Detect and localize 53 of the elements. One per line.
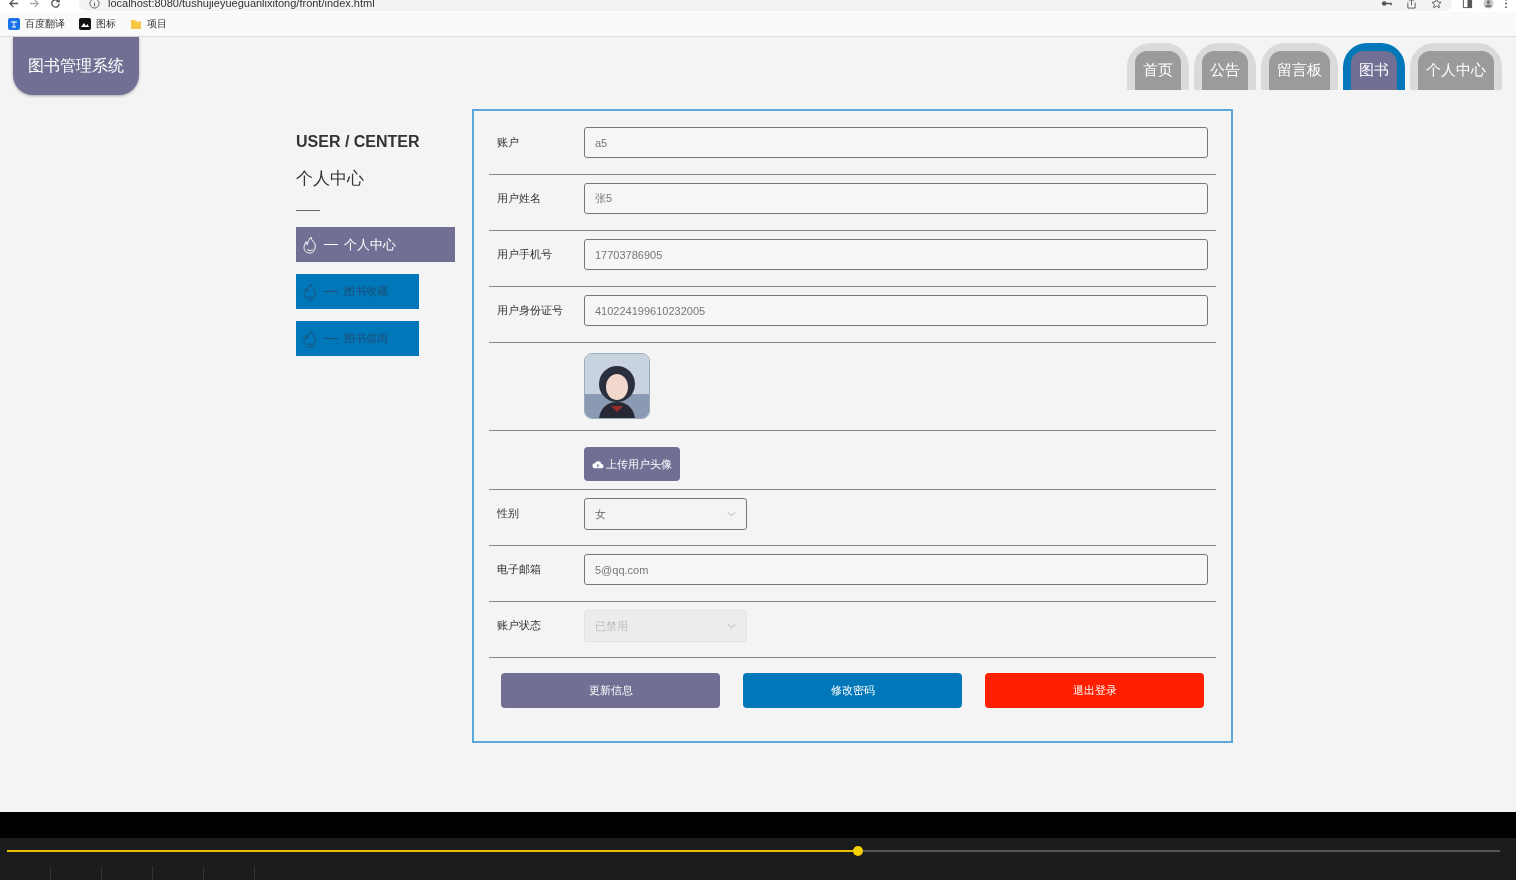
folder-icon [130, 18, 142, 30]
share-icon[interactable] [1406, 0, 1417, 9]
input-field[interactable]: 410224199610232005 [584, 295, 1208, 326]
field-label: 账户 [497, 135, 520, 150]
action-button[interactable]: 更新信息 [501, 673, 720, 708]
back-icon[interactable] [8, 0, 19, 9]
select-field[interactable]: 女 [584, 498, 747, 530]
upload-button[interactable]: 上传用户头像 [584, 447, 680, 481]
flame-icon [302, 329, 318, 348]
section-title: USER / CENTER [296, 133, 421, 151]
info-icon [89, 0, 100, 9]
bookmark[interactable]: 百度翻译 [8, 17, 65, 31]
nav-tab[interactable]: 图书 [1343, 43, 1405, 90]
action-button[interactable]: 修改密码 [743, 673, 962, 708]
menu-icon[interactable] [1504, 0, 1508, 9]
field-label: 性别 [497, 506, 520, 521]
chevron-icon [727, 511, 736, 517]
nav-tab[interactable]: 个人中心 [1410, 43, 1502, 90]
progress-handle[interactable] [853, 846, 863, 856]
chevron-icon [727, 623, 736, 629]
star-icon[interactable] [1431, 0, 1442, 9]
nav-tab[interactable]: 首页 [1127, 43, 1189, 90]
nav-tab[interactable]: 留言板 [1261, 43, 1338, 90]
sidebar-item[interactable]: 个人中心 [296, 227, 455, 262]
input-field[interactable]: a5 [584, 127, 1208, 158]
cloud-upload-icon [592, 459, 604, 469]
section-subtitle: 个人中心 [296, 167, 365, 190]
input-field[interactable]: 17703786905 [584, 239, 1208, 270]
input-field[interactable]: 5@qq.com [584, 554, 1208, 585]
field-label: 用户姓名 [497, 191, 542, 206]
image-icon [79, 18, 91, 30]
bookmark-label: 项目 [147, 17, 167, 31]
bookmark[interactable]: 图标 [79, 17, 116, 31]
translate-icon [8, 18, 20, 30]
flame-icon [302, 235, 318, 254]
field-label: 用户身份证号 [497, 303, 564, 318]
nav-tab[interactable]: 公告 [1194, 43, 1256, 90]
bookmark-label: 图标 [96, 17, 116, 31]
flame-icon [302, 282, 318, 301]
bookmark[interactable]: 项目 [130, 17, 167, 31]
site-logo[interactable]: 图书管理系统 [13, 37, 139, 95]
sidebar-icon[interactable] [1462, 0, 1473, 9]
url-text: localhost:8080/tushujieyueguanlixitong/front/index.html [108, 0, 375, 9]
field-label: 用户手机号 [497, 247, 553, 262]
reload-icon[interactable] [50, 0, 61, 9]
bookmark-label: 百度翻译 [25, 17, 65, 31]
action-button[interactable]: 退出登录 [985, 673, 1204, 708]
input-field[interactable]: 张5 [584, 183, 1208, 214]
profile-icon[interactable] [1483, 0, 1494, 9]
field-label: 账户状态 [497, 618, 542, 633]
field-label: 电子邮箱 [497, 562, 542, 577]
address-bar[interactable]: localhost:8080/tushujieyueguanlixitong/front/index.html [79, 0, 1452, 11]
key-icon[interactable] [1381, 0, 1392, 9]
